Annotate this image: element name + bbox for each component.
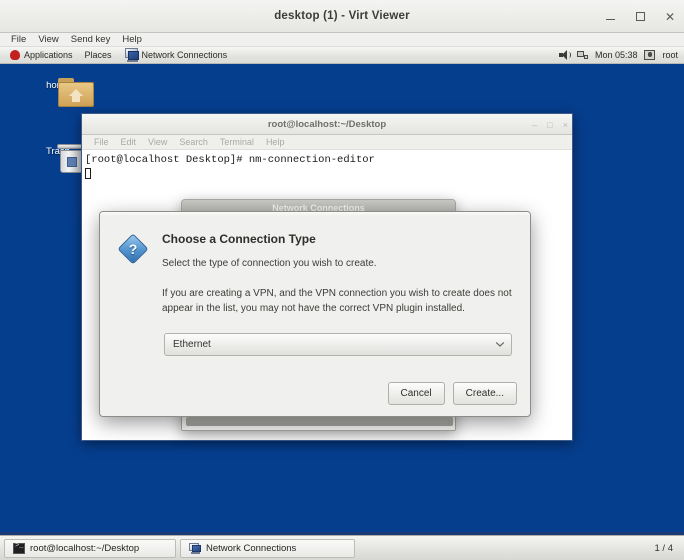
virt-viewer-title: desktop (1) - Virt Viewer [274, 10, 410, 22]
panel-window-title: Network Connections [141, 50, 228, 60]
applications-menu[interactable]: Applications [4, 50, 79, 60]
desktop-icon-home[interactable]: home [26, 78, 94, 107]
terminal-maximize-button[interactable]: □ [547, 120, 552, 130]
virt-viewer-menubar: File View Send key Help [0, 33, 684, 47]
workspace-counter[interactable]: 1 / 4 [655, 543, 681, 554]
virt-viewer-titlebar: desktop (1) - Virt Viewer ✕ [0, 0, 684, 33]
network-connections-footer [186, 417, 453, 426]
menu-help[interactable]: Help [116, 33, 148, 47]
terminal-icon [13, 542, 25, 554]
taskbar-item-terminal[interactable]: root@localhost:~/Desktop [4, 538, 176, 558]
connection-type-selected-value: Ethernet [173, 338, 211, 350]
connection-type-select[interactable]: Ethernet [164, 332, 512, 356]
network-connections-icon [189, 542, 201, 554]
terminal-menu-view[interactable]: View [142, 137, 173, 147]
taskbar-item-network-connections[interactable]: Network Connections [180, 538, 355, 558]
dialog-subtitle: Select the type of connection you wish t… [162, 258, 377, 269]
applications-menu-label: Applications [24, 50, 73, 60]
cancel-button[interactable]: Cancel [387, 382, 445, 405]
create-button[interactable]: Create... [452, 382, 517, 405]
dialog-paragraph: If you are creating a VPN, and the VPN c… [162, 287, 512, 315]
question-mark-glyph: ? [128, 241, 138, 257]
terminal-menu-search[interactable]: Search [173, 137, 214, 147]
question-diamond-icon: ? [117, 233, 149, 265]
terminal-minimize-button[interactable]: – [532, 120, 537, 130]
dialog-content: ? Choose a Connection Type Select the ty… [100, 216, 530, 317]
terminal-close-icon[interactable]: × [563, 120, 568, 130]
gnome-top-panel: Applications Places Network Connections … [0, 47, 684, 64]
places-menu[interactable]: Places [79, 50, 118, 60]
menu-file[interactable]: File [5, 33, 32, 47]
terminal-menu-edit[interactable]: Edit [115, 137, 143, 147]
choose-connection-type-dialog[interactable]: ? Choose a Connection Type Select the ty… [99, 211, 531, 417]
chevron-down-icon [496, 342, 504, 347]
red-hat-logo-icon [10, 50, 20, 60]
virt-viewer-window-controls: ✕ [602, 0, 678, 33]
terminal-menu-terminal[interactable]: Terminal [214, 137, 260, 147]
maximize-button[interactable] [632, 9, 648, 25]
places-menu-label: Places [84, 50, 112, 60]
panel-window-button-network-connections[interactable]: Network Connections [118, 48, 234, 62]
taskbar-item-network-connections-label: Network Connections [206, 542, 297, 554]
network-connections-icon [124, 48, 140, 62]
terminal-prompt-line: [root@localhost Desktop]# nm-connection-… [85, 154, 375, 166]
screen: desktop (1) - Virt Viewer ✕ File View Se… [0, 0, 684, 560]
clock[interactable]: Mon 05:38 [595, 50, 638, 60]
close-icon[interactable]: ✕ [662, 9, 678, 25]
network-icon[interactable] [576, 50, 588, 60]
user-menu-label[interactable]: root [662, 50, 678, 60]
terminal-menu-file[interactable]: File [88, 137, 115, 147]
terminal-titlebar: root@localhost:~/Desktop – □ × [82, 114, 572, 135]
dialog-heading: Choose a Connection Type [162, 232, 316, 246]
connection-type-combo-wrap: Ethernet [100, 332, 530, 356]
dialog-text-block: Choose a Connection Type Select the type… [162, 232, 512, 317]
terminal-cursor-line [85, 167, 569, 183]
user-icon [644, 50, 656, 60]
menu-send-key[interactable]: Send key [65, 33, 117, 47]
gnome-panel-left: Applications Places Network Connections [0, 48, 233, 62]
dialog-icon-wrap: ? [116, 232, 162, 317]
terminal-cursor [85, 167, 91, 179]
terminal-menubar: File Edit View Search Terminal Help [82, 135, 572, 150]
taskbar: root@localhost:~/Desktop Network Connect… [0, 535, 684, 560]
terminal-window-controls: – □ × [532, 114, 568, 135]
menu-view[interactable]: View [32, 33, 64, 47]
terminal-menu-help[interactable]: Help [260, 137, 291, 147]
speaker-icon[interactable] [558, 50, 571, 60]
dialog-button-row: Cancel Create... [387, 382, 517, 405]
gnome-panel-right: Mon 05:38 root [558, 50, 684, 60]
minimize-button[interactable] [602, 9, 618, 25]
taskbar-item-terminal-label: root@localhost:~/Desktop [30, 542, 140, 554]
terminal-title: root@localhost:~/Desktop [267, 118, 387, 130]
